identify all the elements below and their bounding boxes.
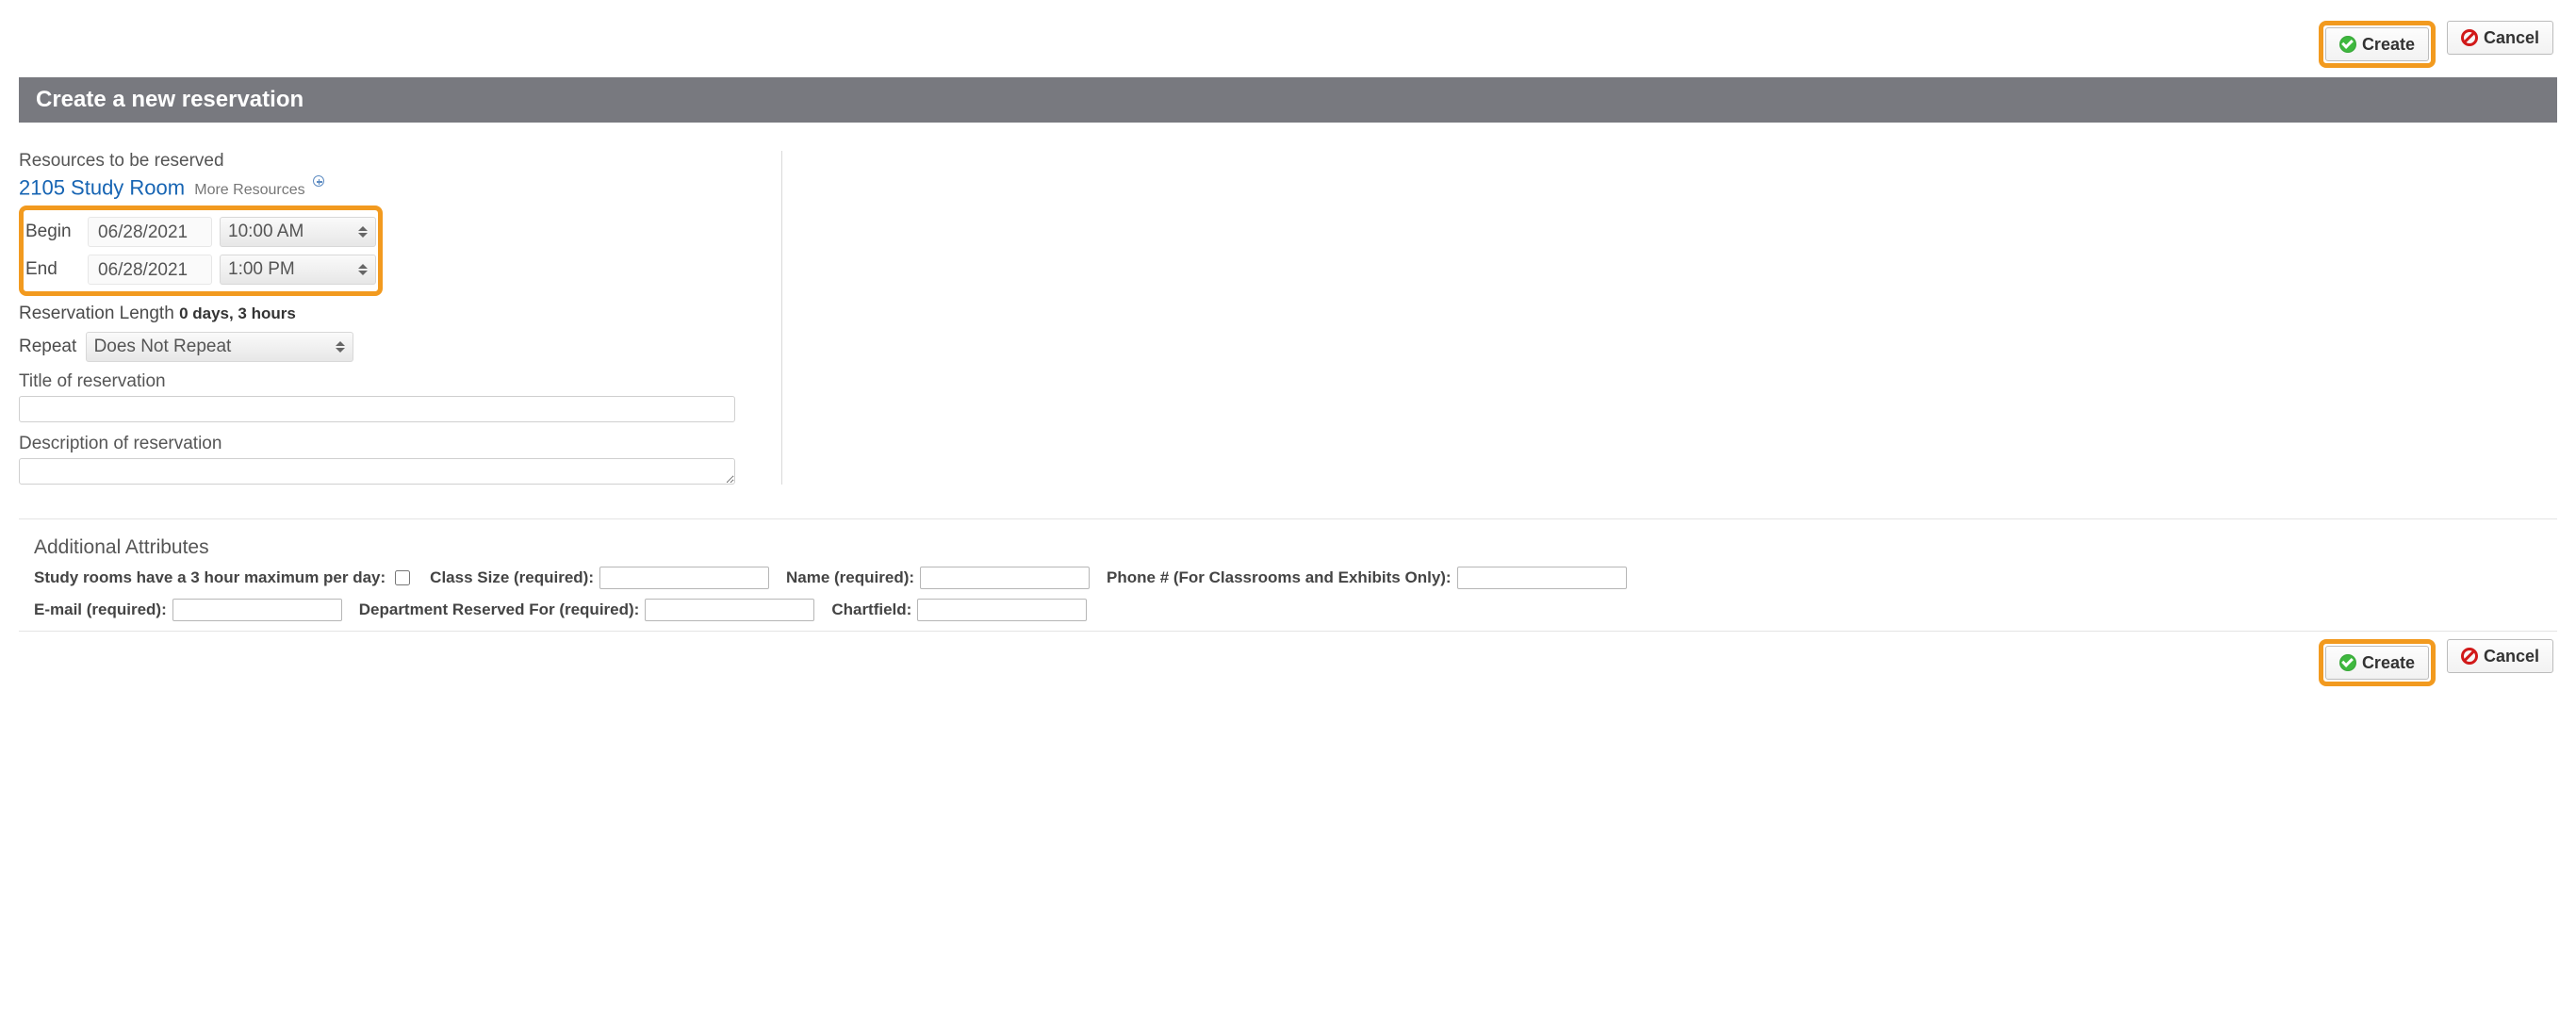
chartfield-input[interactable] bbox=[917, 599, 1087, 621]
reservation-form-column: Resources to be reserved 2105 Study Room… bbox=[19, 151, 782, 485]
description-label: Description of reservation bbox=[19, 434, 759, 454]
checkmark-icon bbox=[2339, 36, 2356, 53]
repeat-label: Repeat bbox=[19, 337, 76, 356]
cancel-button[interactable]: Cancel bbox=[2447, 21, 2553, 55]
resource-line: 2105 Study Room More Resources bbox=[19, 175, 759, 200]
divider bbox=[19, 518, 2557, 519]
begin-time-select[interactable]: 10:00 AM bbox=[220, 217, 376, 247]
checkmark-icon bbox=[2339, 654, 2356, 671]
stepper-icon bbox=[358, 264, 368, 275]
description-textarea[interactable] bbox=[19, 458, 735, 485]
end-time-select[interactable]: 1:00 PM bbox=[220, 255, 376, 285]
email-label: E-mail (required): bbox=[34, 600, 167, 619]
name-input[interactable] bbox=[920, 567, 1090, 589]
class-size-label: Class Size (required): bbox=[430, 568, 594, 587]
repeat-row: Repeat Does Not Repeat bbox=[19, 332, 759, 362]
datetime-highlight: Begin 06/28/2021 10:00 AM End 06/28/2021… bbox=[19, 206, 383, 296]
page-title: Create a new reservation bbox=[36, 87, 304, 112]
dept-input[interactable] bbox=[645, 599, 814, 621]
cancel-icon bbox=[2461, 648, 2478, 665]
dept-label: Department Reserved For (required): bbox=[359, 600, 640, 619]
resource-link[interactable]: 2105 Study Room bbox=[19, 175, 185, 199]
bottom-button-bar: Create Cancel bbox=[19, 632, 2557, 686]
more-resources-link[interactable]: More Resources bbox=[194, 182, 304, 198]
cancel-button[interactable]: Cancel bbox=[2447, 639, 2553, 673]
create-button-label: Create bbox=[2362, 653, 2415, 673]
attributes-heading: Additional Attributes bbox=[34, 536, 2542, 559]
repeat-value: Does Not Repeat bbox=[94, 337, 232, 357]
title-label: Title of reservation bbox=[19, 371, 759, 392]
study-max-label: Study rooms have a 3 hour maximum per da… bbox=[34, 568, 386, 587]
cancel-icon bbox=[2461, 29, 2478, 46]
right-column bbox=[782, 151, 2557, 485]
cancel-button-label: Cancel bbox=[2484, 647, 2539, 666]
cancel-button-label: Cancel bbox=[2484, 28, 2539, 48]
phone-input[interactable] bbox=[1457, 567, 1627, 589]
name-label: Name (required): bbox=[786, 568, 914, 587]
begin-label: Begin bbox=[25, 222, 88, 242]
end-date-input[interactable]: 06/28/2021 bbox=[88, 255, 212, 285]
begin-date-input[interactable]: 06/28/2021 bbox=[88, 217, 212, 247]
reservation-length-value: 0 days, 3 hours bbox=[179, 304, 296, 322]
additional-attributes: Additional Attributes Study rooms have a… bbox=[19, 536, 2557, 621]
top-button-bar: Create Cancel bbox=[19, 19, 2557, 70]
create-highlight-bottom: Create bbox=[2319, 639, 2436, 686]
create-button[interactable]: Create bbox=[2325, 27, 2429, 61]
class-size-input[interactable] bbox=[599, 567, 769, 589]
resources-label: Resources to be reserved bbox=[19, 151, 759, 172]
create-button-label: Create bbox=[2362, 35, 2415, 55]
chartfield-label: Chartfield: bbox=[831, 600, 911, 619]
title-input[interactable] bbox=[19, 396, 735, 422]
begin-time-value: 10:00 AM bbox=[228, 222, 304, 242]
stepper-icon bbox=[358, 226, 368, 238]
study-max-checkbox[interactable] bbox=[395, 570, 410, 585]
page-title-bar: Create a new reservation bbox=[19, 77, 2557, 123]
email-input[interactable] bbox=[172, 599, 342, 621]
reservation-length-label: Reservation Length bbox=[19, 304, 174, 323]
end-time-value: 1:00 PM bbox=[228, 259, 295, 280]
repeat-select[interactable]: Does Not Repeat bbox=[86, 332, 353, 362]
create-button[interactable]: Create bbox=[2325, 646, 2429, 680]
create-highlight-top: Create bbox=[2319, 21, 2436, 68]
phone-label: Phone # (For Classrooms and Exhibits Onl… bbox=[1107, 568, 1452, 587]
end-label: End bbox=[25, 259, 88, 280]
stepper-icon bbox=[336, 341, 345, 353]
end-row: End 06/28/2021 1:00 PM bbox=[25, 252, 376, 288]
attributes-row-1: Study rooms have a 3 hour maximum per da… bbox=[34, 567, 2542, 589]
reservation-length-row: Reservation Length 0 days, 3 hours bbox=[19, 304, 759, 324]
attributes-row-2: E-mail (required): Department Reserved F… bbox=[34, 599, 2542, 621]
add-resource-icon[interactable] bbox=[313, 175, 324, 187]
begin-row: Begin 06/28/2021 10:00 AM bbox=[25, 214, 376, 250]
